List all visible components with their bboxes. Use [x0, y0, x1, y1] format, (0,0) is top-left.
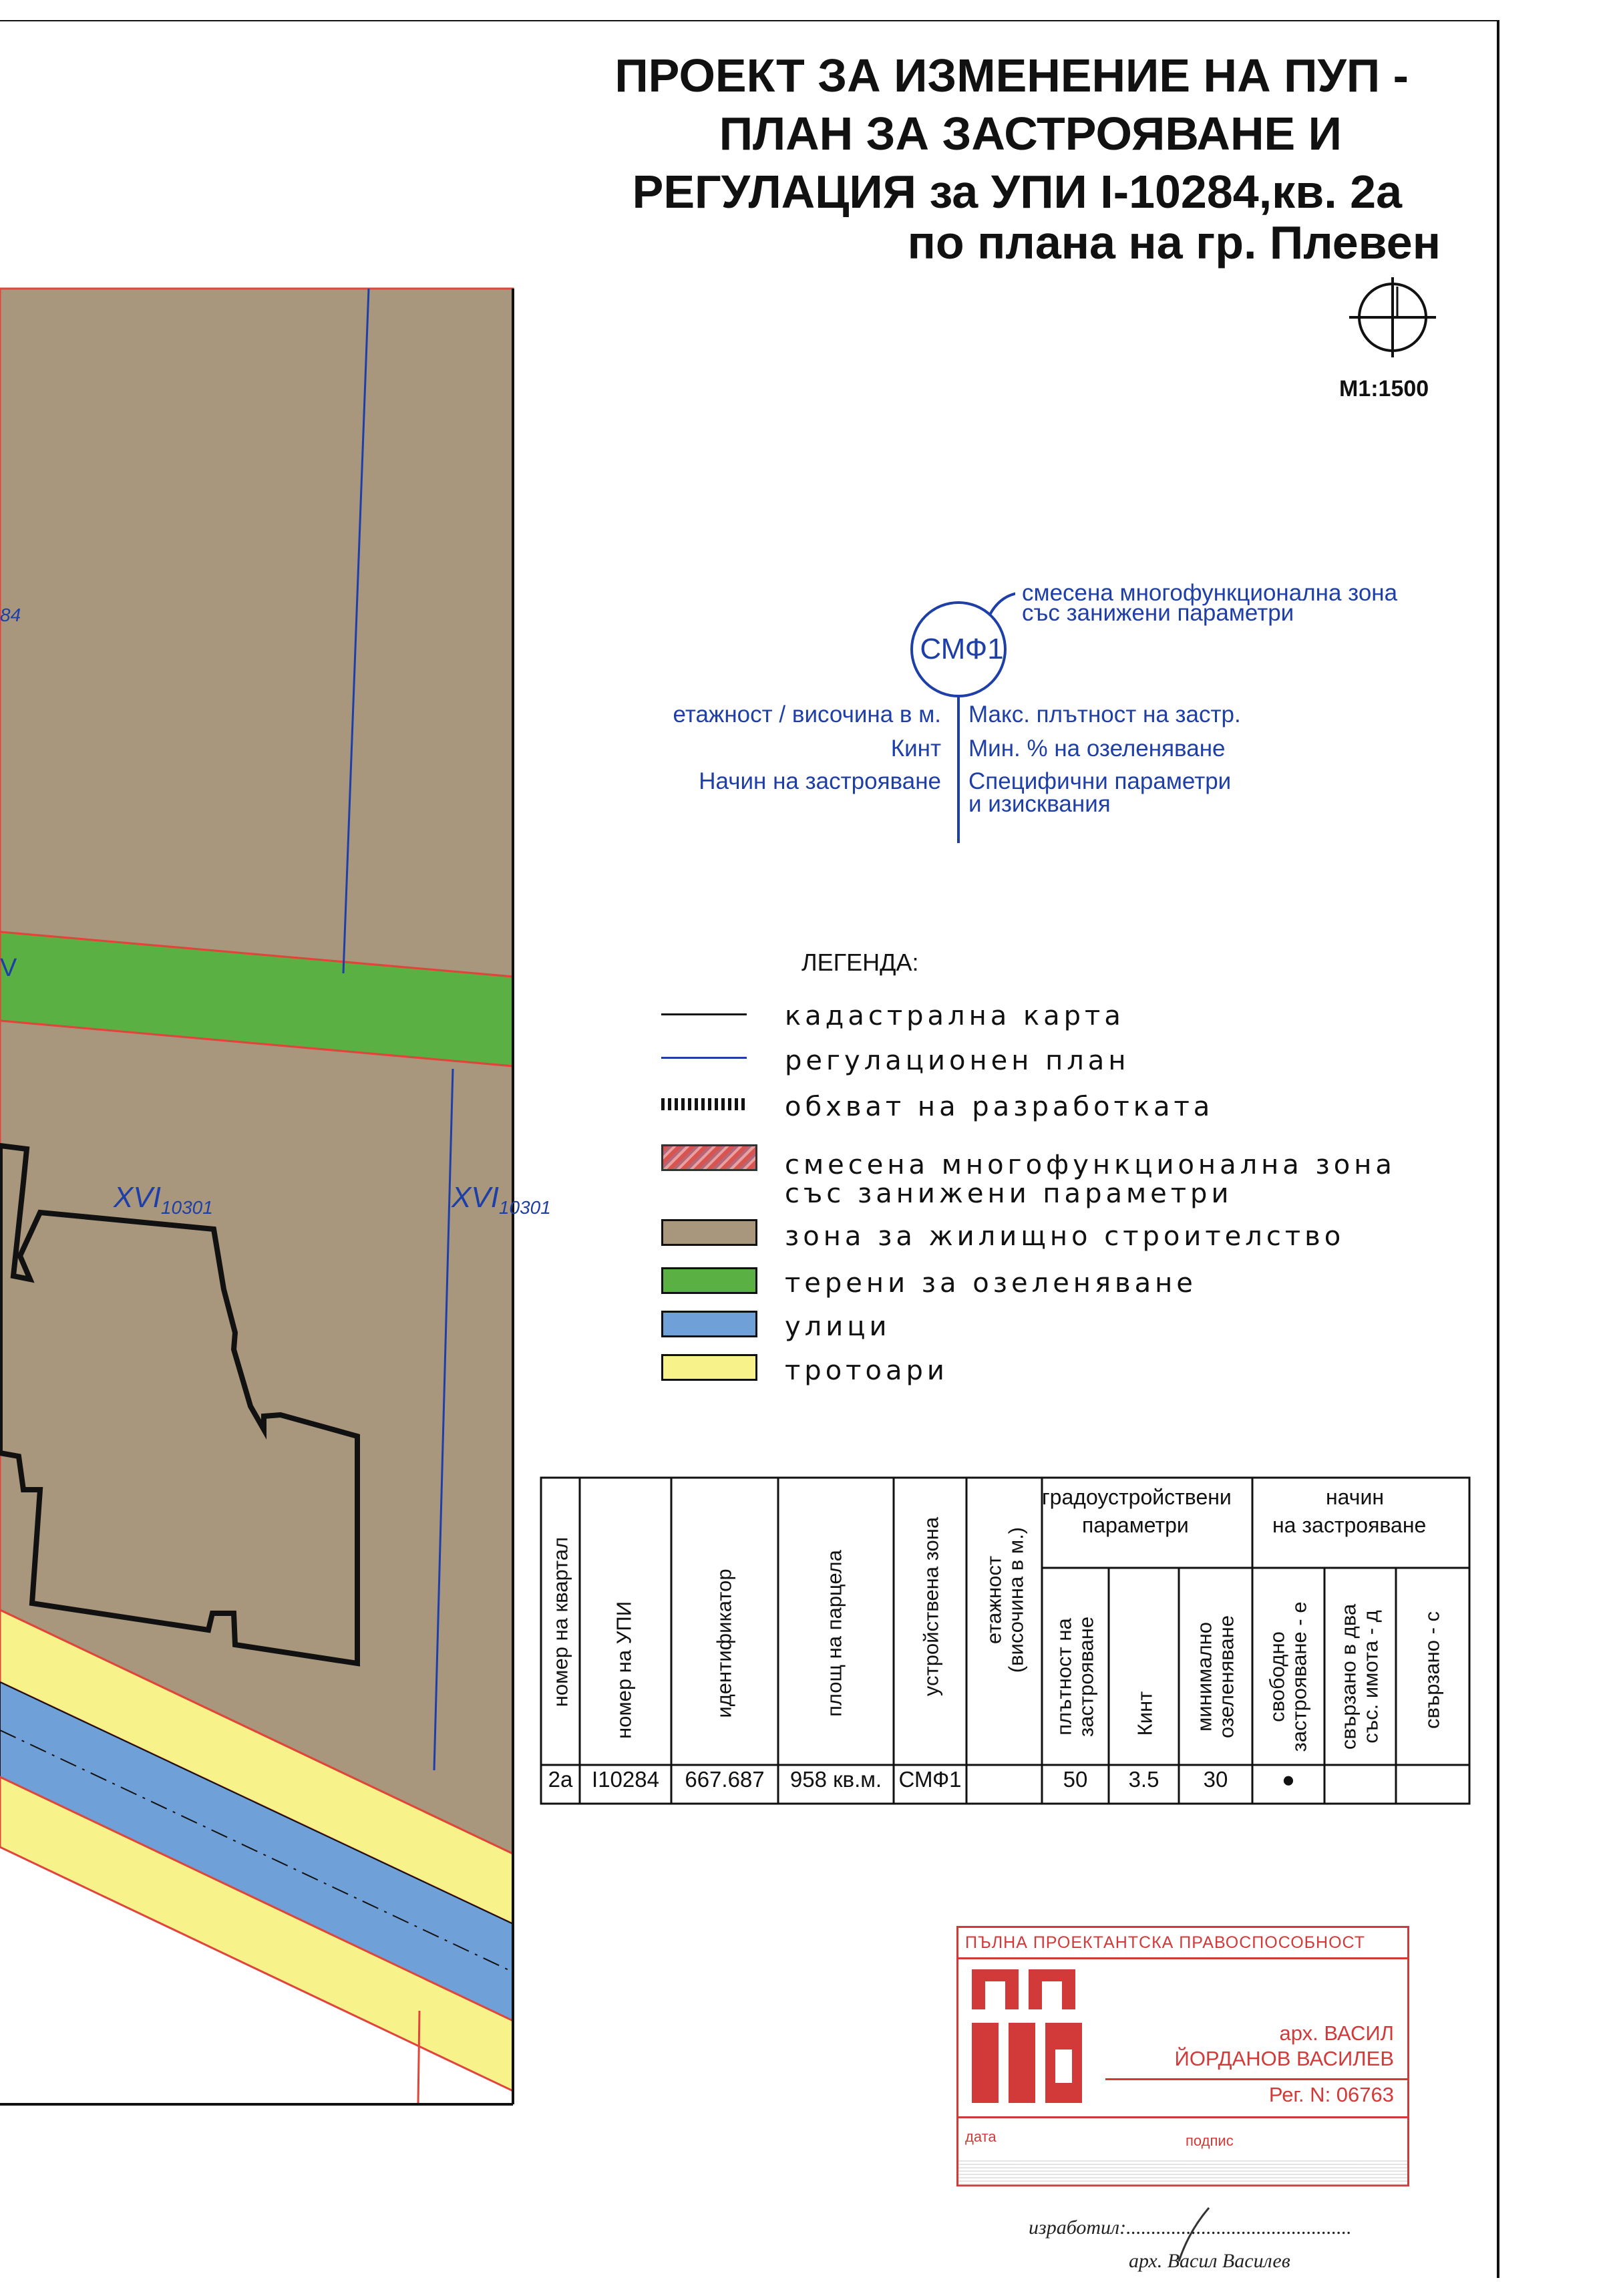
col-header-kint: Кинт	[1133, 1691, 1157, 1736]
legend-label-mixed-zone-2: със занижени параметри	[785, 1178, 1233, 1209]
stamp-sign-label: подпис	[1186, 2132, 1234, 2149]
zone-name-line2: със занижени параметри	[1022, 600, 1294, 626]
legend-label-street: улици	[785, 1311, 891, 1342]
stamp-line-2: ЙОРДАНОВ ВАСИЛЕВ	[1174, 2047, 1394, 2070]
legend-label-residential: зона за жилищно строителство	[785, 1221, 1345, 1252]
legend-symbol-sidewalk	[661, 1354, 757, 1381]
cell-linked	[1396, 1764, 1469, 1796]
col-header-floors: етажност (височина в м.)	[982, 1526, 1027, 1673]
stamp-date-label: дата	[965, 2128, 997, 2145]
col-header-density: плътност на застрояване	[1052, 1616, 1097, 1738]
cell-upi: I10284	[592, 1767, 659, 1792]
table-group-params-1: градоустройствени	[1042, 1485, 1232, 1509]
key-left-3: Начин на застрояване	[699, 768, 941, 794]
legend-label-boundary: обхват на разработката	[785, 1092, 1214, 1122]
legend-label-regulation: регулационен план	[785, 1045, 1130, 1076]
stamp-reg: Рег. N: 06763	[1268, 2083, 1394, 2106]
key-left-2: Кинт	[890, 735, 941, 762]
table-group-method-1: начин	[1326, 1485, 1384, 1509]
legend-symbol-regulation	[661, 1057, 747, 1059]
col-header-kvartal: номер на квартал	[548, 1536, 572, 1707]
zone-code: СМФ1	[920, 633, 1004, 665]
architect-stamp: ПЪЛНА ПРОЕКТАНТСКА ПРАВОСПОСОБНОСТ арх. …	[956, 1926, 1409, 2186]
cell-area: 958 кв.м.	[789, 1767, 882, 1792]
cell-density: 50	[1063, 1767, 1088, 1792]
title-line-1: ПРОЕКТ ЗА ИЗМЕНЕНИЕ НА ПУП -	[614, 49, 1409, 102]
legend-symbol-street	[661, 1311, 757, 1337]
legend-title: ЛЕГЕНДА:	[801, 949, 919, 976]
col-header-green: минимално озеленяване	[1192, 1615, 1238, 1738]
key-right-3a: Специфични параметри	[968, 768, 1232, 794]
north-arrow-icon	[1349, 277, 1436, 357]
title-line-4: по плана на гр. Плевен	[907, 216, 1441, 269]
legend-symbol-residential	[661, 1219, 757, 1246]
key-right-2: Мин. % на озеленяване	[968, 735, 1226, 762]
legend-symbol-green	[661, 1267, 757, 1294]
col-header-linked: свързано - с	[1420, 1611, 1444, 1730]
scale-label: М1:1500	[1339, 376, 1429, 401]
col-header-area: площ на парцела	[822, 1550, 846, 1717]
legend-symbol-cadastral	[661, 1013, 747, 1015]
stamp-logo	[972, 1969, 1082, 2103]
key-right-1: Макс. плътност на застр.	[968, 701, 1241, 727]
cell-kvartal: 2а	[548, 1767, 573, 1792]
cell-ident: 667.687	[685, 1767, 765, 1792]
col-header-upi: номер на УПИ	[612, 1601, 636, 1739]
cell-free-marker: ●	[1282, 1767, 1295, 1792]
cell-floors	[966, 1764, 1042, 1796]
col-header-free: свободно застрояване - е	[1265, 1601, 1310, 1752]
legend-label-green: терени за озеленяване	[785, 1268, 1197, 1299]
legend-symbol-boundary	[661, 1098, 747, 1110]
key-left-1: етажност / височина в м.	[673, 701, 941, 727]
legend-label-sidewalk: тротоари	[785, 1355, 948, 1386]
cell-zone: СМФ1	[898, 1767, 962, 1792]
made-by-name: арх. Васил Василев	[1129, 2250, 1290, 2272]
col-header-twin: свързано в два със. имота - д	[1336, 1603, 1382, 1750]
key-right-3b: и изисквания	[968, 791, 1111, 817]
cell-kint: 3.5	[1128, 1767, 1159, 1792]
col-header-ident: идентификатор	[712, 1569, 736, 1718]
col-header-zone: устройствена зона	[919, 1516, 943, 1697]
title-line-2: ПЛАН ЗА ЗАСТРОЯВАНЕ И	[719, 108, 1342, 160]
table-group-method-2: на застрояване	[1272, 1513, 1427, 1537]
cell-green: 30	[1203, 1767, 1228, 1792]
legend-label-cadastral: кадастрална карта	[785, 1001, 1125, 1031]
title-line-3: РЕГУЛАЦИЯ за УПИ I-10284,кв. 2а	[632, 166, 1402, 218]
stamp-line-1: арх. ВАСИЛ	[1279, 2021, 1394, 2045]
legend-symbol-mixed-zone	[661, 1144, 757, 1171]
table-group-params-2: параметри	[1082, 1513, 1189, 1537]
drawing-sheet: { "title": { "line1": "ПРОЕКТ ЗА ИЗМЕНЕН…	[0, 0, 1609, 2296]
legend-label-mixed-zone: смесена многофункционална зона	[785, 1150, 1396, 1180]
stamp-header: ПЪЛНА ПРОЕКТАНТСКА ПРАВОСПОСОБНОСТ	[965, 1933, 1366, 1952]
cell-twin	[1324, 1764, 1396, 1796]
